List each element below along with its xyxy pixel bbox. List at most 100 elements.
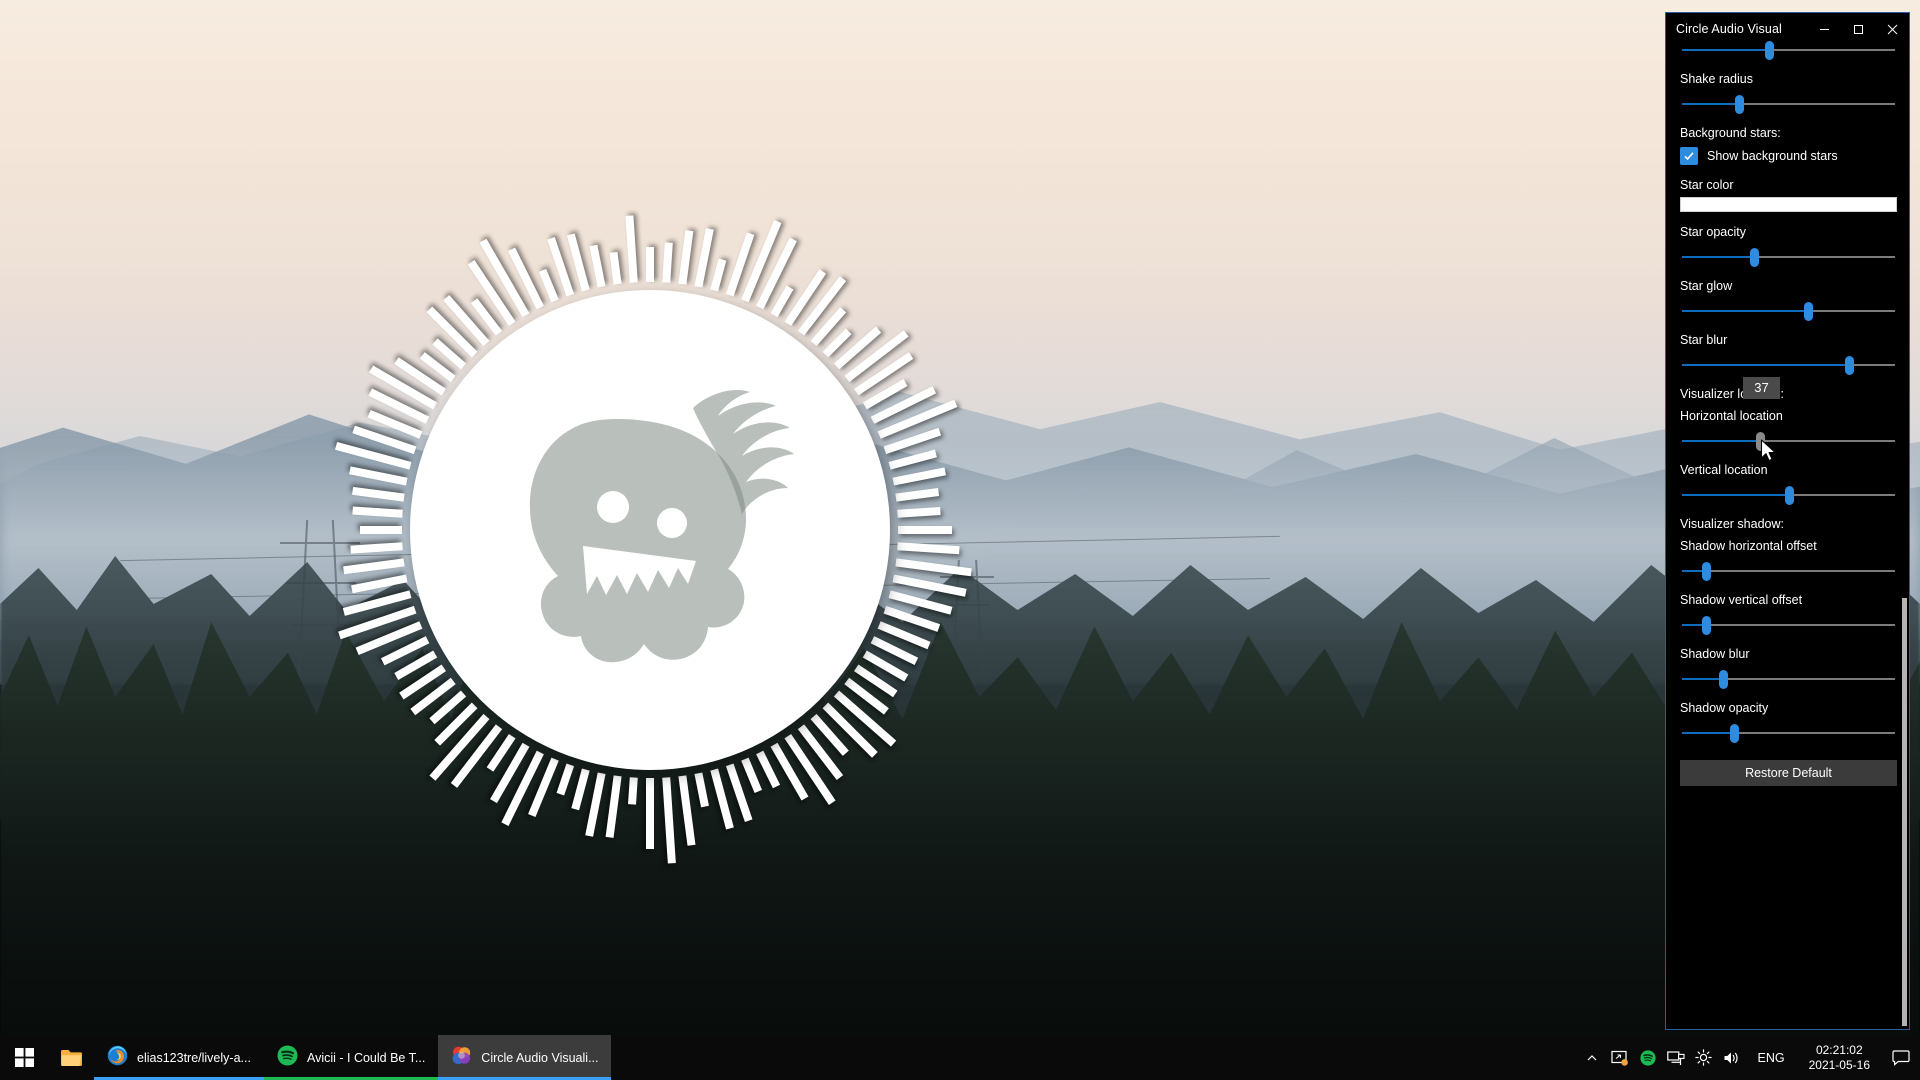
mouse-cursor <box>1760 439 1777 468</box>
slider-thumb[interactable] <box>1845 356 1855 375</box>
file-explorer-button[interactable] <box>48 1035 94 1080</box>
slider-thumb[interactable] <box>1730 724 1740 743</box>
slider-value-tooltip: 37 <box>1743 377 1780 399</box>
chevron-up-icon[interactable] <box>1578 1035 1606 1080</box>
visualizer-bar <box>678 230 694 285</box>
slider-track <box>1682 49 1895 51</box>
slider-thumb[interactable] <box>1749 248 1759 267</box>
taskbar-item-label: Circle Audio Visuali... <box>481 1050 599 1065</box>
spotify-tray-icon[interactable] <box>1634 1035 1662 1080</box>
visualizer-bar <box>350 574 408 594</box>
visualizer-bar <box>349 466 408 486</box>
visualizer-bar <box>741 757 762 793</box>
shake-radius-slider[interactable] <box>1680 91 1897 117</box>
star-opacity-slider[interactable] <box>1680 244 1897 270</box>
brightness-icon[interactable] <box>1690 1035 1718 1080</box>
slider-track <box>1682 570 1895 572</box>
star-blur-slider[interactable] <box>1680 352 1897 378</box>
visualizer-bar <box>646 778 654 849</box>
taskbar-item-firefox[interactable]: elias123tre/lively-a... <box>94 1035 264 1080</box>
visualizer-location-group-label: Visualizer location: <box>1680 387 1784 401</box>
visualizer-bar <box>877 399 958 439</box>
slider-track <box>1682 364 1895 366</box>
visualizer-bar <box>895 487 940 502</box>
horizontal-location-slider[interactable] <box>1680 428 1897 454</box>
visualizer-bar <box>589 244 606 288</box>
screen-share-icon[interactable] <box>1606 1035 1634 1080</box>
star-glow-label: Star glow <box>1680 279 1733 293</box>
shadow-blur-slider[interactable] <box>1680 666 1897 692</box>
circle-audio-visualizer <box>300 180 1000 880</box>
visualizer-bar <box>556 763 575 796</box>
visualizer-bar <box>343 558 405 575</box>
shadow-horizontal-offset-slider[interactable] <box>1680 558 1897 584</box>
slider-thumb[interactable] <box>1764 41 1774 60</box>
language-indicator[interactable]: ENG <box>1746 1051 1797 1065</box>
checkbox-checked-icon[interactable] <box>1680 147 1698 165</box>
circle-audio-visual-settings-window: Circle Audio Visual Shake radius Backgro… <box>1665 12 1910 1030</box>
star-color-swatch[interactable] <box>1680 197 1897 212</box>
visualizer-bar <box>710 258 727 292</box>
taskbar-item-label: elias123tre/lively-a... <box>137 1050 251 1065</box>
show-background-stars-label: Show background stars <box>1707 149 1838 163</box>
visualizer-bar <box>609 252 622 285</box>
shadow-blur-label: Shadow blur <box>1680 647 1750 661</box>
slider-thumb[interactable] <box>1719 670 1729 689</box>
visualizer-bar <box>646 247 654 282</box>
visualizer-bar <box>892 467 946 486</box>
slider-fill <box>1682 103 1740 105</box>
visualizer-bar <box>571 768 590 810</box>
visualizer-bar <box>694 772 709 808</box>
taskbar-item-circle-audio-visual[interactable]: Circle Audio Visuali... <box>438 1035 612 1080</box>
shadow-opacity-slider[interactable] <box>1680 720 1897 746</box>
slider-thumb[interactable] <box>1784 486 1794 505</box>
slider-thumb[interactable] <box>1702 616 1712 635</box>
shadow-opacity-label: Shadow opacity <box>1680 701 1769 715</box>
notification-icon[interactable] <box>1882 1035 1920 1080</box>
visualizer-bar <box>350 542 403 554</box>
slider-thumb[interactable] <box>1734 95 1744 114</box>
slider-fill <box>1682 310 1808 312</box>
visualizer-bar <box>784 269 826 327</box>
shake-radius-label: Shake radius <box>1680 72 1753 86</box>
visualizer-bar <box>694 228 714 288</box>
background-stars-group-label: Background stars: <box>1680 126 1781 140</box>
taskbar-item-label: Avicii - I Could Be T... <box>306 1050 426 1065</box>
slider-fill <box>1682 732 1736 734</box>
visualizer-bar <box>895 558 972 577</box>
visualizer-bar <box>538 268 559 303</box>
window-title: Circle Audio Visual <box>1676 22 1782 36</box>
settings-scrollbar-thumb[interactable] <box>1902 598 1907 1026</box>
clock[interactable]: 02:21:02 2021-05-16 <box>1797 1035 1882 1080</box>
slider-thumb[interactable] <box>1804 302 1814 321</box>
volume-icon[interactable] <box>1718 1035 1746 1080</box>
vertical-location-slider[interactable] <box>1680 482 1897 508</box>
visualizer-bar <box>662 777 676 864</box>
shadow-vertical-offset-slider[interactable] <box>1680 612 1897 638</box>
show-background-stars-row[interactable]: Show background stars <box>1680 147 1897 165</box>
restore-default-button[interactable]: Restore Default <box>1680 760 1897 786</box>
slider-fill <box>1682 678 1725 680</box>
clock-time: 02:21:02 <box>1815 1042 1863 1057</box>
system-tray: ENG 02:21:02 2021-05-16 <box>1578 1035 1920 1080</box>
network-icon[interactable] <box>1662 1035 1690 1080</box>
visualizer-bar <box>888 449 937 470</box>
visualizer-bar <box>897 506 941 518</box>
clock-date: 2021-05-16 <box>1808 1057 1870 1072</box>
visualizer-bar <box>359 526 402 534</box>
visualizer-bar <box>628 777 638 805</box>
slider-track <box>1682 310 1895 312</box>
shadow-horizontal-offset-label: Shadow horizontal offset <box>1680 539 1817 553</box>
star-glow-slider[interactable] <box>1680 298 1897 324</box>
visualizer-bar <box>351 486 405 502</box>
slider-track <box>1682 678 1895 680</box>
start-button[interactable] <box>0 1035 48 1080</box>
slider-fill <box>1682 256 1755 258</box>
slider-thumb[interactable] <box>1702 562 1712 581</box>
star-color-label: Star color <box>1680 178 1734 192</box>
partial-slider[interactable] <box>1680 37 1897 63</box>
taskbar-item-spotify[interactable]: Avicii - I Could Be T... <box>263 1035 439 1080</box>
desktop-screen: Circle Audio Visual Shake radius Backgro… <box>0 0 1920 1080</box>
star-opacity-label: Star opacity <box>1680 225 1747 239</box>
visualizer-bar <box>678 775 696 846</box>
